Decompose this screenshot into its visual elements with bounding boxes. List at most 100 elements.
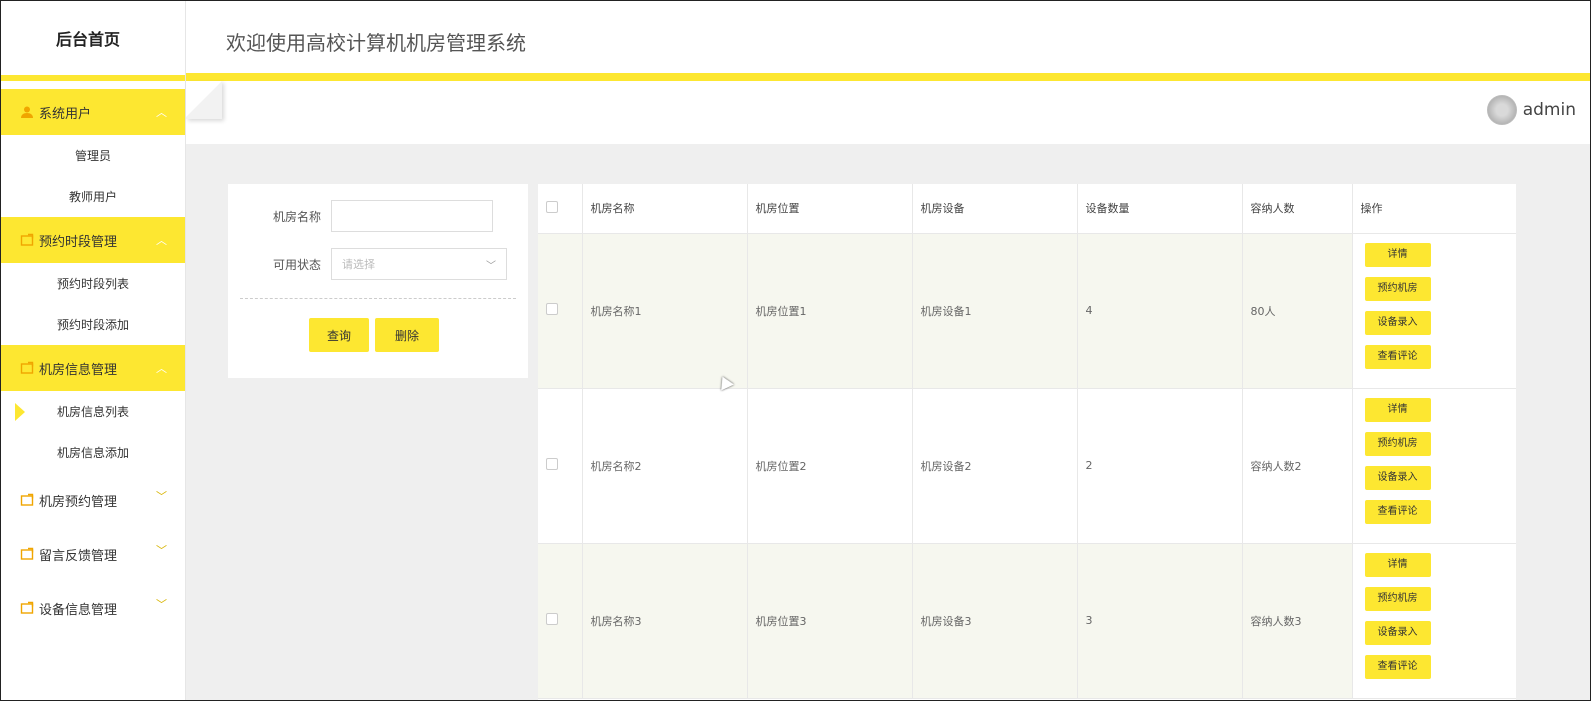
nav-group-booking-slots[interactable]: 预约时段管理 ︿ (1, 217, 185, 263)
col-header: 机房名称 (582, 184, 748, 234)
nav-group-room-booking[interactable]: 机房预约管理 ﹀ (1, 473, 185, 527)
status-label: 可用状态 (272, 257, 321, 272)
table-header-row: 机房名称 机房位置 机房设备 设备数量 容纳人数 操作 (538, 184, 1516, 234)
table-row: 机房名称2 机房位置2 机房设备2 2 容纳人数2 详情 预约机房 设备录入 查… (538, 388, 1516, 544)
nav-group-label: 机房信息管理 (39, 362, 118, 378)
user-icon (19, 104, 35, 120)
nav-group-label: 机房预约管理 (39, 494, 118, 510)
folder-icon (19, 546, 35, 562)
cell-room-location: 机房位置2 (747, 388, 913, 544)
cell-room-equipment: 机房设备3 (912, 543, 1078, 699)
nav-group-room-info[interactable]: 机房信息管理 ︿ (1, 345, 185, 391)
nav-group-label: 系统用户 (39, 106, 92, 122)
page-title: 欢迎使用高校计算机机房管理系统 (226, 31, 526, 55)
chevron-up-icon: ︿ (156, 234, 167, 247)
main-content: 机房名称 可用状态 请选择 ﹀ 查询 删除 机房名称 机房位置 机房设备 设备数… (186, 144, 1590, 700)
folder-icon (19, 600, 35, 616)
folder-icon (19, 492, 35, 508)
col-header: 容纳人数 (1242, 184, 1353, 234)
username: admin (1522, 100, 1576, 120)
cell-room-location: 机房位置1 (747, 233, 913, 389)
cell-capacity: 80人 (1242, 233, 1353, 389)
detail-button[interactable]: 详情 (1364, 552, 1431, 577)
cell-actions: 详情 预约机房 设备录入 查看评论 (1352, 233, 1516, 389)
nav-group-feedback[interactable]: 留言反馈管理 ﹀ (1, 527, 185, 581)
table-row: 机房名称1 机房位置1 机房设备1 4 80人 详情 预约机房 设备录入 查看评… (538, 233, 1516, 389)
status-select[interactable]: 请选择 ﹀ (331, 248, 507, 280)
sidebar-item-label: 机房信息列表 (56, 405, 129, 419)
cell-room-name: 机房名称2 (582, 388, 748, 544)
filter-row-name: 机房名称 (228, 198, 528, 234)
table-row: 机房名称3 机房位置3 机房设备3 3 容纳人数3 详情 预约机房 设备录入 查… (538, 543, 1516, 699)
book-room-button[interactable]: 预约机房 (1364, 276, 1431, 301)
room-name-input[interactable] (331, 200, 493, 232)
equipment-entry-button[interactable]: 设备录入 (1364, 620, 1431, 645)
book-room-button[interactable]: 预约机房 (1364, 586, 1431, 611)
row-select-cell (538, 543, 583, 699)
cell-capacity: 容纳人数3 (1242, 543, 1353, 699)
col-header: 设备数量 (1077, 184, 1243, 234)
view-comments-button[interactable]: 查看评论 (1364, 654, 1431, 679)
active-marker-icon (15, 403, 25, 421)
row-checkbox[interactable] (546, 458, 558, 470)
cell-room-name: 机房名称1 (582, 233, 748, 389)
sidebar-item-admins[interactable]: 管理员 (1, 135, 185, 176)
cell-capacity: 容纳人数2 (1242, 388, 1353, 544)
select-all-checkbox[interactable] (546, 200, 558, 213)
sidebar-item-slot-add[interactable]: 预约时段添加 (1, 304, 185, 345)
cell-room-location: 机房位置3 (747, 543, 913, 699)
folder-icon (19, 360, 35, 376)
view-comments-button[interactable]: 查看评论 (1364, 344, 1431, 369)
search-panel: 机房名称 可用状态 请选择 ﹀ 查询 删除 (228, 184, 528, 378)
view-comments-button[interactable]: 查看评论 (1364, 499, 1431, 524)
col-header: 机房设备 (912, 184, 1078, 234)
chevron-down-icon: ﹀ (156, 544, 167, 557)
delete-button[interactable]: 删除 (375, 318, 439, 352)
cell-room-equipment: 机房设备1 (912, 233, 1078, 389)
cell-equipment-count: 2 (1077, 388, 1243, 544)
detail-button[interactable]: 详情 (1364, 397, 1431, 422)
cell-room-equipment: 机房设备2 (912, 388, 1078, 544)
header-accent-bar (186, 73, 1590, 81)
nav-group-label: 预约时段管理 (39, 234, 118, 250)
sidebar-item-teachers[interactable]: 教师用户 (1, 176, 185, 217)
col-header: 机房位置 (747, 184, 913, 234)
header: 欢迎使用高校计算机机房管理系统 (186, 1, 1590, 75)
toolbar: admin (186, 81, 1590, 144)
select-all-cell (538, 184, 583, 234)
status-placeholder: 请选择 (342, 258, 375, 271)
equipment-entry-button[interactable]: 设备录入 (1364, 310, 1431, 335)
brand-divider (1, 75, 185, 89)
cell-actions: 详情 预约机房 设备录入 查看评论 (1352, 543, 1516, 699)
equipment-entry-button[interactable]: 设备录入 (1364, 465, 1431, 490)
col-header: 操作 (1352, 184, 1516, 234)
room-name-label: 机房名称 (272, 209, 321, 224)
page-fold-icon (186, 81, 222, 119)
sidebar-item-slot-list[interactable]: 预约时段列表 (1, 263, 185, 304)
sidebar-item-room-list[interactable]: 机房信息列表 (1, 391, 185, 432)
row-checkbox[interactable] (546, 613, 558, 625)
row-checkbox[interactable] (546, 303, 558, 315)
user-menu[interactable]: admin (1486, 95, 1576, 125)
row-select-cell (538, 233, 583, 389)
nav-group-label: 留言反馈管理 (39, 548, 118, 564)
filter-divider (240, 298, 516, 299)
cell-room-name: 机房名称3 (582, 543, 748, 699)
room-table: 机房名称 机房位置 机房设备 设备数量 容纳人数 操作 机房名称1 机房位置1 … (538, 184, 1516, 700)
nav-group-system-users[interactable]: 系统用户 ︿ (1, 89, 185, 135)
cell-equipment-count: 4 (1077, 233, 1243, 389)
cell-actions: 详情 预约机房 设备录入 查看评论 (1352, 388, 1516, 544)
sidebar-item-room-add[interactable]: 机房信息添加 (1, 432, 185, 473)
book-room-button[interactable]: 预约机房 (1364, 431, 1431, 456)
brand-home-link[interactable]: 后台首页 (1, 1, 185, 75)
detail-button[interactable]: 详情 (1364, 242, 1431, 267)
cell-equipment-count: 3 (1077, 543, 1243, 699)
sidebar: 后台首页 系统用户 ︿ 管理员 教师用户 预约时段管理 ︿ 预约时段列表 预约时… (1, 1, 186, 700)
nav-group-label: 设备信息管理 (39, 602, 118, 618)
chevron-down-icon: ﹀ (156, 490, 167, 503)
folder-icon (19, 232, 35, 248)
query-button[interactable]: 查询 (309, 318, 369, 352)
nav-group-equipment[interactable]: 设备信息管理 ﹀ (1, 581, 185, 635)
chevron-down-icon: ﹀ (156, 598, 167, 611)
chevron-up-icon: ︿ (156, 106, 167, 119)
